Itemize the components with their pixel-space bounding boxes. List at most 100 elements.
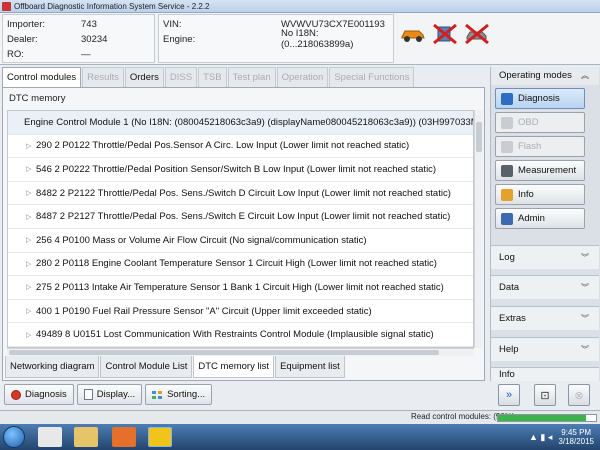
start-button[interactable] — [3, 426, 25, 448]
table-row[interactable]: ▷ 400 1 P0190 Fuel Rail Pressure Sensor "… — [8, 300, 473, 324]
expand-icon[interactable]: ▷ — [26, 260, 36, 268]
sorting-button[interactable]: Sorting... — [145, 384, 213, 405]
tab-test-plan[interactable]: Test plan — [227, 67, 276, 87]
expand-icon[interactable]: ▷ — [26, 142, 36, 150]
section-extras[interactable]: Extras ︾ — [491, 306, 599, 330]
tray-icons[interactable]: ▲ ▮ ◂ — [529, 432, 552, 443]
measurement-mode-label: Measurement — [518, 165, 577, 176]
target-icon[interactable]: ⊡ — [534, 384, 556, 406]
dtc-entry: 8487 2 P2127 Throttle/Pedal Pos. Sens./S… — [36, 211, 451, 223]
operating-modes-title: Operating modes — [499, 70, 572, 81]
explorer-icon[interactable] — [74, 427, 98, 447]
close-icon[interactable]: ⊗ — [568, 384, 590, 406]
table-row[interactable]: ▷ 280 2 P0118 Engine Coolant Temperature … — [8, 253, 473, 277]
measurement-icon — [501, 164, 513, 177]
table-row[interactable]: ▷ 49489 8 U0151 Lost Communication With R… — [8, 323, 473, 347]
table-row[interactable]: ▷ 275 2 P0113 Intake Air Temperature Sens… — [8, 276, 473, 300]
tab-control-module-list[interactable]: Control Module List — [100, 356, 193, 378]
flash-icon — [501, 140, 513, 153]
vin-label: VIN: — [163, 18, 182, 30]
tab-networking-diagram[interactable]: Networking diagram — [5, 356, 100, 378]
importer-label: Importer: — [7, 18, 46, 30]
bottom-toolbar: Diagnosis Display... Sorting... — [4, 384, 213, 405]
forward-icon[interactable]: » — [498, 384, 520, 406]
dtc-entry: 290 2 P0122 Throttle/Pedal Pos.Sensor A … — [36, 140, 410, 152]
window-title: Offboard Diagnostic Information System S… — [14, 1, 210, 11]
table-row[interactable]: ▷ 290 2 P0122 Throttle/Pedal Pos.Sensor A… — [8, 135, 473, 159]
tab-results[interactable]: Results — [82, 67, 124, 87]
expand-icon[interactable]: ▷ — [26, 213, 36, 221]
display-button-label: Display... — [96, 389, 136, 400]
expand-icon[interactable]: ▷ — [26, 307, 36, 315]
tab-diss[interactable]: DISS — [164, 67, 198, 87]
dtc-entry: 8482 2 P2122 Throttle/Pedal Pos. Sens./S… — [36, 187, 451, 199]
tab-orders[interactable]: Orders — [124, 67, 164, 87]
chevron-down-icon[interactable]: ︾ — [581, 307, 589, 331]
expand-icon[interactable]: ▷ — [26, 236, 36, 244]
expand-icon[interactable]: ▷ — [26, 331, 36, 339]
importer-value: 743 — [81, 18, 97, 30]
expand-icon[interactable]: ▷ — [26, 165, 36, 173]
media-player-icon[interactable] — [112, 427, 136, 447]
odis-taskbar-icon[interactable] — [148, 427, 172, 447]
info-mode-button[interactable]: Info — [495, 184, 585, 205]
diagnosis-mode-button[interactable]: Diagnosis — [495, 88, 585, 109]
table-row[interactable]: ▷ 256 4 P0100 Mass or Volume Air Flow Cir… — [8, 229, 473, 253]
section-extras-label: Extras — [499, 313, 526, 324]
dealer-label: Dealer: — [7, 33, 38, 45]
tab-equipment-list[interactable]: Equipment list — [275, 356, 345, 378]
clock[interactable]: 9:45 PM 3/18/2015 — [558, 428, 594, 446]
system-tray: ▲ ▮ ◂ 9:45 PM 3/18/2015 — [529, 424, 600, 450]
tab-special-functions[interactable]: Special Functions — [329, 67, 415, 87]
chevron-down-icon[interactable]: ︾ — [581, 246, 589, 270]
expand-icon[interactable]: ▷ — [26, 189, 36, 197]
dtc-entry: 400 1 P0190 Fuel Rail Pressure Sensor "A… — [36, 305, 372, 317]
obd-mode-button[interactable]: OBD — [495, 112, 585, 133]
table-row[interactable]: ▷ 8482 2 P2122 Throttle/Pedal Pos. Sens./… — [8, 182, 473, 206]
tab-dtc-memory-list[interactable]: DTC memory list — [193, 356, 275, 378]
section-data[interactable]: Data ︾ — [491, 275, 599, 299]
display-button[interactable]: Display... — [76, 384, 143, 405]
section-log[interactable]: Log ︾ — [491, 245, 599, 269]
chevron-down-icon[interactable]: ︾ — [581, 276, 589, 300]
dealer-info-box: Importer: 743 Dealer: 30234 RO: — — [2, 14, 155, 63]
battery-disconnected-icon[interactable] — [432, 23, 458, 45]
horizontal-scrollbar[interactable] — [7, 348, 474, 356]
flash-mode-label: Flash — [518, 141, 542, 152]
section-help[interactable]: Help ︾ — [491, 337, 599, 361]
ecu-header-row[interactable]: Engine Control Module 1 (No I18N: (08004… — [8, 111, 473, 135]
admin-mode-button[interactable]: Admin — [495, 208, 585, 229]
car-icon[interactable] — [400, 23, 426, 45]
dtc-list: Engine Control Module 1 (No I18N: (08004… — [7, 110, 474, 348]
dtc-entry: 256 4 P0100 Mass or Volume Air Flow Circ… — [36, 234, 367, 246]
tab-tsb[interactable]: TSB — [198, 67, 227, 87]
ie-icon[interactable] — [38, 427, 62, 447]
tab-control-modules[interactable]: Control modules — [2, 67, 82, 87]
dtc-entry: 49489 8 U0151 Lost Communication With Re… — [36, 329, 434, 341]
obd-mode-label: OBD — [518, 117, 539, 128]
engine-label: Engine: — [163, 33, 196, 45]
chevron-up-icon[interactable]: ︽ — [581, 67, 589, 85]
admin-mode-label: Admin — [518, 213, 545, 224]
flash-mode-button[interactable]: Flash — [495, 136, 585, 157]
ignition-off-icon[interactable] — [464, 23, 490, 45]
table-row[interactable]: ▷ 546 2 P0222 Throttle/Pedal Position Sen… — [8, 158, 473, 182]
expand-icon[interactable]: ▷ — [26, 283, 36, 291]
diagnosis-button[interactable]: Diagnosis — [4, 384, 74, 405]
table-row[interactable]: ▷ 8487 2 P2127 Throttle/Pedal Pos. Sens./… — [8, 205, 473, 229]
tab-operation[interactable]: Operation — [276, 67, 329, 87]
scroll-thumb[interactable] — [476, 122, 482, 152]
progress-fill — [498, 415, 587, 421]
clock-date: 3/18/2015 — [558, 437, 594, 446]
section-log-label: Log — [499, 252, 515, 263]
section-info[interactable]: Info — [491, 367, 599, 381]
section-info-label: Info — [499, 369, 515, 380]
info-icon — [501, 188, 513, 201]
chevron-down-icon[interactable]: ︾ — [581, 338, 589, 362]
measurement-mode-button[interactable]: Measurement — [495, 160, 585, 181]
vertical-scrollbar[interactable] — [474, 110, 483, 348]
operating-modes-header[interactable]: Operating modes ︽ — [491, 67, 599, 85]
scroll-thumb[interactable] — [9, 350, 439, 355]
vehicle-header: Importer: 743 Dealer: 30234 RO: — VIN: W… — [0, 13, 600, 65]
info-mode-label: Info — [518, 189, 534, 200]
